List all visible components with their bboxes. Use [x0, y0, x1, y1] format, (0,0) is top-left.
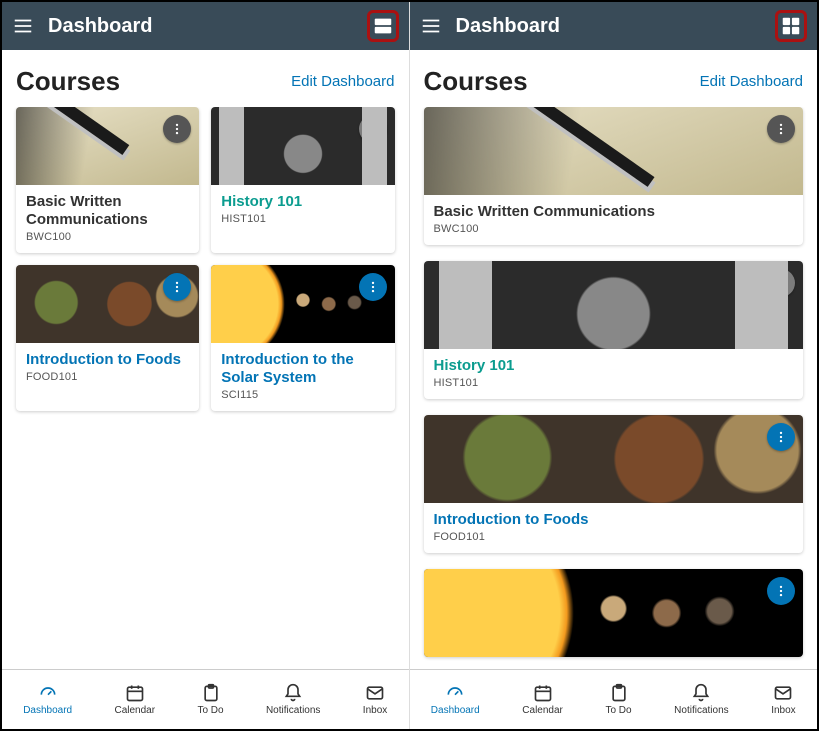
nav-item-notifications[interactable]: Notifications	[266, 683, 320, 716]
course-title: Introduction to Foods	[26, 351, 189, 369]
course-more-button[interactable]	[767, 577, 795, 605]
layout-stack-icon	[372, 15, 394, 37]
section-header: Courses Edit Dashboard	[410, 50, 818, 107]
nav-item-notifications[interactable]: Notifications	[674, 683, 728, 716]
course-title: Basic Written Communications	[26, 193, 189, 229]
course-image	[16, 107, 199, 185]
course-title: History 101	[221, 193, 384, 211]
course-list: Basic Written Communications BWC100 Hist…	[424, 107, 804, 587]
course-image	[424, 415, 804, 503]
pane-grid: Dashboard Courses Edit Dashboard	[2, 2, 410, 729]
course-more-button[interactable]	[767, 423, 795, 451]
course-code: BWC100	[434, 223, 794, 235]
course-title: Basic Written Communications	[434, 203, 794, 221]
course-card[interactable]: History 101 HIST101	[424, 261, 804, 399]
hamburger-icon[interactable]	[12, 15, 34, 37]
app-header: Dashboard	[2, 2, 409, 50]
nav-item-dashboard[interactable]: Dashboard	[431, 683, 480, 716]
course-image	[16, 265, 199, 343]
course-code: HIST101	[434, 377, 794, 389]
nav-item-todo[interactable]: To Do	[197, 683, 223, 716]
nav-label: Dashboard	[23, 705, 72, 716]
app-header: Dashboard	[410, 2, 818, 50]
section-title: Courses	[424, 66, 528, 97]
course-image	[424, 569, 804, 657]
section-title: Courses	[16, 66, 120, 97]
course-image	[424, 261, 804, 349]
course-code: FOOD101	[434, 531, 794, 543]
section-header: Courses Edit Dashboard	[2, 50, 409, 107]
hamburger-icon[interactable]	[420, 15, 442, 37]
header-title: Dashboard	[48, 15, 353, 38]
edit-dashboard-link[interactable]: Edit Dashboard	[291, 73, 394, 90]
course-image	[424, 107, 804, 195]
course-title: Introduction to the Solar System	[221, 351, 384, 387]
course-more-button[interactable]	[359, 115, 387, 143]
course-code: SCI115	[221, 389, 384, 401]
nav-label: Notifications	[266, 705, 320, 716]
nav-item-calendar[interactable]: Calendar	[522, 683, 563, 716]
nav-label: Notifications	[674, 705, 728, 716]
header-title: Dashboard	[456, 15, 762, 38]
course-card[interactable]: Introduction to Foods FOOD101	[16, 265, 199, 411]
layout-grid-icon	[780, 15, 802, 37]
course-more-button[interactable]	[767, 269, 795, 297]
course-card[interactable]	[424, 569, 804, 657]
course-more-button[interactable]	[767, 115, 795, 143]
course-title: History 101	[434, 357, 794, 375]
nav-item-dashboard[interactable]: Dashboard	[23, 683, 72, 716]
course-more-button[interactable]	[359, 273, 387, 301]
nav-item-todo[interactable]: To Do	[605, 683, 631, 716]
course-image	[211, 107, 394, 185]
nav-label: To Do	[605, 705, 631, 716]
edit-dashboard-link[interactable]: Edit Dashboard	[700, 73, 803, 90]
nav-item-inbox[interactable]: Inbox	[771, 683, 795, 716]
course-code: FOOD101	[26, 371, 189, 383]
nav-label: Inbox	[363, 705, 387, 716]
course-more-button[interactable]	[163, 115, 191, 143]
nav-label: Calendar	[114, 705, 155, 716]
nav-item-calendar[interactable]: Calendar	[114, 683, 155, 716]
course-card[interactable]: History 101 HIST101	[211, 107, 394, 253]
course-card[interactable]: Introduction to Foods FOOD101	[424, 415, 804, 553]
nav-label: To Do	[197, 705, 223, 716]
course-code: BWC100	[26, 231, 189, 243]
layout-toggle-button[interactable]	[775, 10, 807, 42]
pane-list: Dashboard Courses Edit Dashboard	[410, 2, 818, 729]
layout-toggle-button[interactable]	[367, 10, 399, 42]
course-code: HIST101	[221, 213, 384, 225]
nav-item-inbox[interactable]: Inbox	[363, 683, 387, 716]
bottom-nav: Dashboard Calendar To Do Notifications I…	[410, 669, 818, 729]
course-card[interactable]: Basic Written Communications BWC100	[16, 107, 199, 253]
nav-label: Inbox	[771, 705, 795, 716]
course-more-button[interactable]	[163, 273, 191, 301]
course-card[interactable]: Introduction to the Solar System SCI115	[211, 265, 394, 411]
course-grid: Basic Written Communications BWC100 Hist…	[16, 107, 395, 411]
nav-label: Calendar	[522, 705, 563, 716]
nav-label: Dashboard	[431, 705, 480, 716]
course-image	[211, 265, 394, 343]
bottom-nav: Dashboard Calendar To Do Notifications I…	[2, 669, 409, 729]
course-card[interactable]: Basic Written Communications BWC100	[424, 107, 804, 245]
course-title: Introduction to Foods	[434, 511, 794, 529]
